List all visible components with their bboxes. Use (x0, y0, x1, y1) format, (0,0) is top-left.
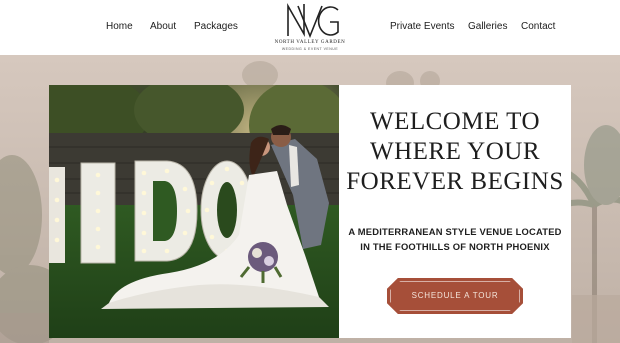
tagline-line-1: A MEDITERRANEAN STYLE VENUE LOCATED (348, 226, 562, 237)
logo-name: NORTH VALLEY GARDEN (274, 40, 346, 45)
tagline-line-2: IN THE FOOTHILLS OF NORTH PHOENIX (360, 241, 550, 252)
hero-headline: WELCOME TO WHERE YOUR FOREVER BEGINS (339, 107, 571, 197)
nav-private-events[interactable]: Private Events (390, 21, 454, 32)
hero-text-card: WELCOME TO WHERE YOUR FOREVER BEGINS A M… (339, 85, 571, 338)
site-header: Home About Packages NORTH VALLEY GARDEN … (0, 0, 620, 55)
nvg-monogram (287, 2, 339, 39)
hero-photo (49, 85, 339, 338)
headline-line-1: WELCOME TO (369, 108, 541, 135)
hero-tagline: A MEDITERRANEAN STYLE VENUE LOCATED IN T… (339, 224, 571, 254)
nav-home[interactable]: Home (106, 21, 133, 32)
schedule-tour-button[interactable]: SCHEDULE A TOUR (387, 278, 523, 314)
nav-galleries[interactable]: Galleries (468, 21, 507, 32)
nav-contact[interactable]: Contact (521, 21, 555, 32)
logo-subtitle: WEDDING & EVENT VENUE (281, 47, 339, 51)
schedule-tour-label: SCHEDULE A TOUR (411, 291, 499, 300)
nav-about[interactable]: About (150, 21, 176, 32)
nav-packages[interactable]: Packages (194, 21, 238, 32)
site-logo[interactable]: NORTH VALLEY GARDEN WEDDING & EVENT VENU… (262, 0, 358, 55)
headline-line-2: WHERE YOUR (369, 138, 541, 165)
headline-line-3: FOREVER BEGINS (346, 168, 564, 195)
